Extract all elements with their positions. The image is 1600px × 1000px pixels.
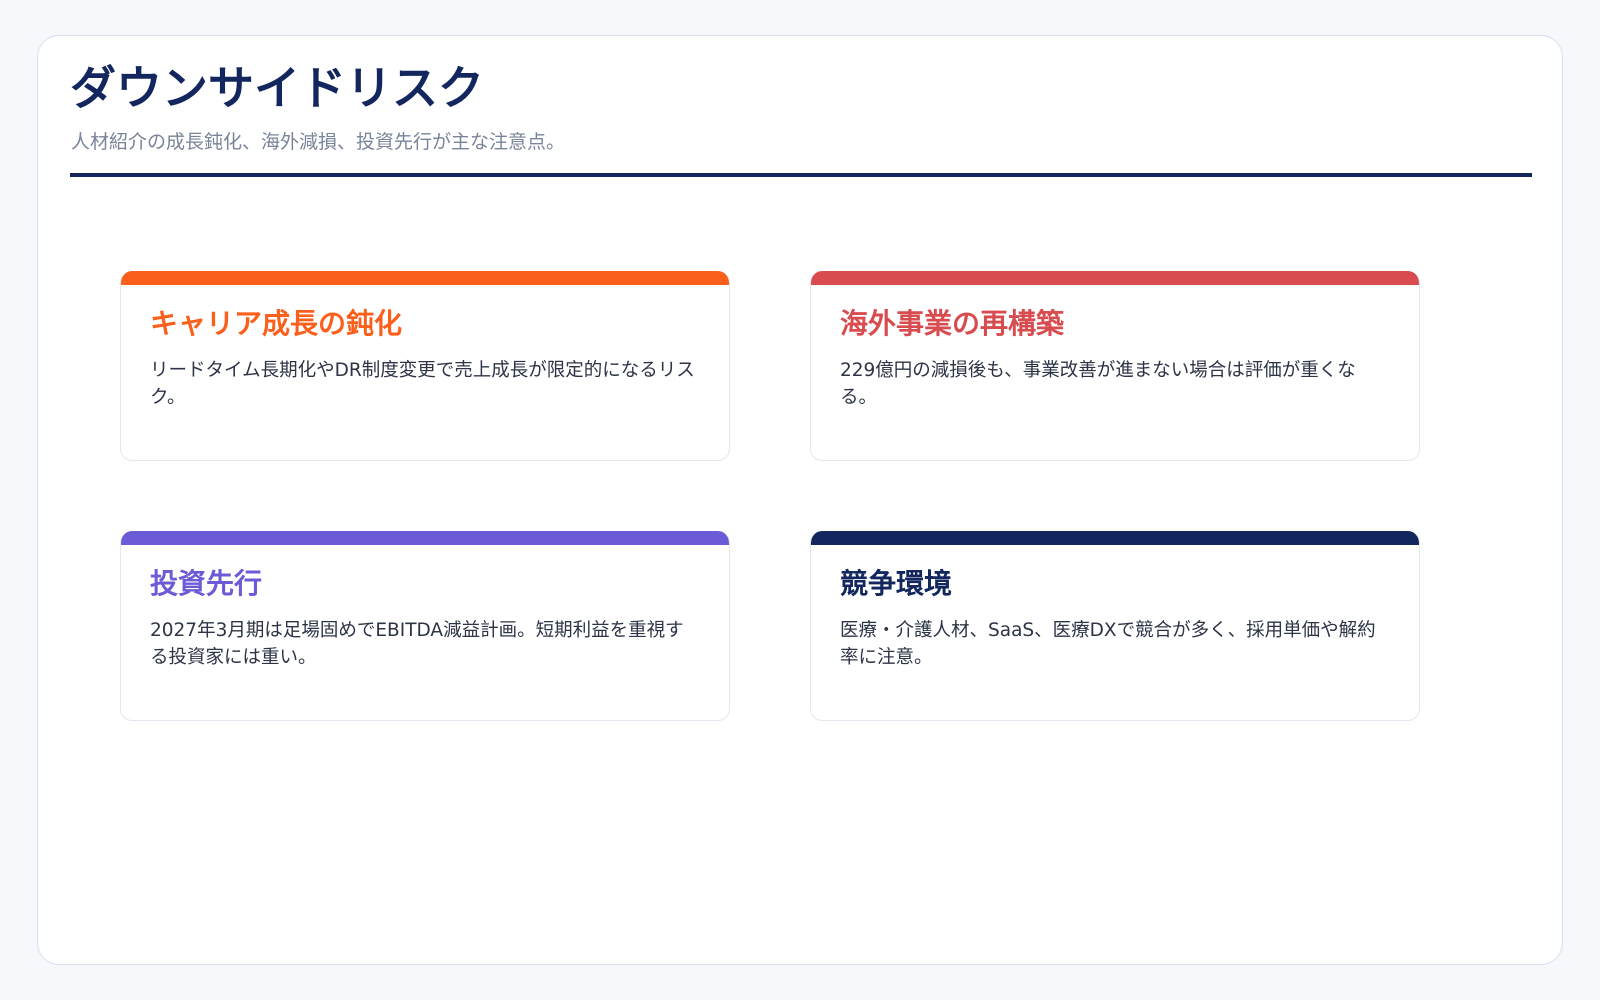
card-description: 2027年3月期は足場固めでEBITDA減益計画。短期利益を重視する投資家には重… [150, 620, 684, 668]
risk-card-career-growth: キャリア成長の鈍化 リードタイム長期化やDR制度変更で売上成長が限定的になるリス… [120, 271, 730, 461]
risk-card-upfront-investment: 投資先行 2027年3月期は足場固めでEBITDA減益計画。短期利益を重視する投… [120, 531, 730, 721]
card-accent-bar [811, 531, 1419, 545]
card-accent-bar [811, 271, 1419, 285]
card-title: 投資先行 [150, 567, 263, 600]
title-divider [70, 173, 1532, 177]
card-title: 海外事業の再構築 [840, 307, 1065, 340]
slide-panel: ダウンサイドリスク 人材紹介の成長鈍化、海外減損、投資先行が主な注意点。 キャリ… [37, 35, 1563, 965]
card-description: 医療・介護人材、SaaS、医療DXで競合が多く、採用単価や解約率に注意。 [840, 620, 1376, 668]
risk-card-competition: 競争環境 医療・介護人材、SaaS、医療DXで競合が多く、採用単価や解約率に注意… [810, 531, 1420, 721]
card-description: リードタイム長期化やDR制度変更で売上成長が限定的になるリスク。 [150, 360, 695, 408]
card-accent-bar [121, 271, 729, 285]
card-accent-bar [121, 531, 729, 545]
card-title: キャリア成長の鈍化 [150, 307, 403, 340]
card-description: 229億円の減損後も、事業改善が進まない場合は評価が重くなる。 [840, 360, 1356, 408]
page-subtitle: 人材紹介の成長鈍化、海外減損、投資先行が主な注意点。 [71, 131, 566, 153]
page-title: ダウンサイドリスク [70, 61, 484, 115]
card-title: 競争環境 [840, 567, 953, 600]
risk-card-overseas-restructuring: 海外事業の再構築 229億円の減損後も、事業改善が進まない場合は評価が重くなる。 [810, 271, 1420, 461]
